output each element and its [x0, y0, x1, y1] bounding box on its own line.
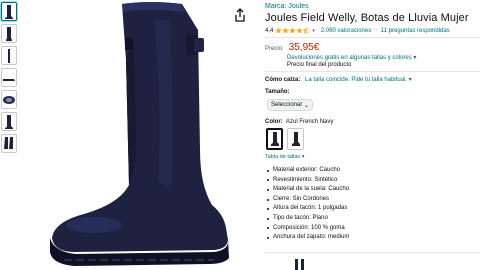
spec-item: Cierre: Sin Cordones [267, 195, 349, 205]
size-dropdown[interactable]: Seleccionar ⌄ [267, 99, 313, 111]
size-label: Tamaño: [265, 89, 290, 95]
rating-value: 4,4 [265, 27, 274, 34]
rating-stars[interactable] [275, 27, 311, 34]
thumbnail-strip [0, 0, 20, 270]
free-returns-link[interactable]: Devoluciones gratis en algunas tallas y … [287, 54, 416, 61]
bullet-icon [267, 179, 269, 182]
divider [265, 37, 480, 38]
fit-value-link[interactable]: La talla coincide. Pide tu talla habitua… [305, 77, 407, 83]
bullet-icon [267, 198, 269, 201]
spec-text: Cierre: Sin Cordones [273, 195, 330, 202]
thumbnail-6[interactable] [1, 112, 17, 131]
ratings-count-link[interactable]: 2.060 valoraciones [321, 28, 371, 34]
size-table-text[interactable]: Tabla de tallas [265, 154, 300, 160]
bullet-icon [267, 188, 269, 191]
main-product-image[interactable] [24, 0, 254, 270]
spec-item: Anchura del zapato: medium [267, 233, 349, 243]
spec-text: Material exterior: Caucho [273, 167, 341, 173]
chevron-down-icon: ⌄ [303, 103, 309, 109]
spec-text: Composición: 100 % goma [273, 224, 345, 231]
final-price-note: Precio final del producto [287, 62, 352, 68]
spec-item: Material de la suela: Caucho [267, 185, 349, 195]
separator: | [375, 27, 377, 34]
spec-text: Altura del tacón: 1 pulgadas [273, 205, 348, 212]
spec-text: Tipo de tacón: Plano [273, 214, 328, 221]
bullet-icon [267, 169, 269, 172]
chevron-down-icon[interactable]: ▾ [409, 77, 412, 83]
price-row: Precio: 35,95€ [265, 42, 319, 53]
color-value: Azul French Navy [286, 119, 334, 125]
spec-item: Revestimiento: Sintético [267, 176, 349, 186]
bullet-icon [267, 227, 269, 230]
chevron-down-icon[interactable]: ▾ [413, 55, 416, 61]
size-table-link[interactable]: Tabla de tallas ▾ [265, 154, 304, 160]
star-icon [296, 27, 304, 34]
thumbnail-1[interactable] [1, 2, 17, 21]
chevron-down-icon[interactable]: ▾ [312, 28, 315, 34]
spec-text: Anchura del zapato: medium [273, 234, 350, 241]
product-title: Joules Field Welly, Botas de Lluvia Muje… [265, 12, 469, 24]
star-icon [275, 27, 283, 34]
star-half-icon [303, 27, 311, 34]
color-swatch-navy[interactable] [266, 128, 283, 150]
star-icon [282, 27, 290, 34]
thumbnail-3[interactable] [1, 46, 17, 65]
price-value: 35,95€ [288, 42, 320, 53]
product-details: Marca: Joules Joules Field Welly, Botas … [265, 0, 480, 270]
chevron-down-icon[interactable]: ▾ [302, 154, 305, 160]
thumbnail-7[interactable] [1, 134, 17, 153]
brand-link[interactable]: Marca: Joules [265, 3, 309, 10]
recommendation-strip [265, 252, 480, 270]
bullet-icon [267, 217, 269, 220]
star-icon [289, 27, 297, 34]
price-label: Precio: [265, 46, 284, 52]
thumbnail-4[interactable] [1, 68, 17, 87]
share-icon[interactable] [234, 8, 246, 22]
specs-list: Material exterior: Caucho Revestimiento:… [267, 166, 349, 243]
color-swatch-black[interactable] [287, 128, 304, 150]
bullet-icon [267, 208, 269, 211]
color-row: Color: Azul French Navy [265, 119, 333, 125]
boot-thumbnail-icon [295, 259, 304, 270]
spec-item: Altura del tacón: 1 pulgadas [267, 204, 349, 214]
spec-item: Composición: 100 % goma [267, 224, 349, 234]
fit-label: Cómo calza: [265, 77, 301, 83]
color-label: Color: [265, 119, 283, 125]
spec-text: Revestimiento: Sintético [273, 176, 338, 183]
bullet-icon [267, 236, 269, 239]
spec-item: Material exterior: Caucho [267, 166, 349, 176]
thumbnail-5[interactable] [1, 90, 17, 109]
fit-row: Cómo calza: La talla coincide. Pide tu t… [265, 76, 412, 83]
rating-row: 4,4 ▾ 2.060 valoraciones | 11 preguntas … [265, 27, 450, 34]
divider [265, 71, 480, 72]
thumbnail-2[interactable] [1, 24, 17, 43]
free-returns-text[interactable]: Devoluciones gratis en algunas tallas y … [287, 55, 412, 61]
spec-text: Material de la suela: Caucho [273, 186, 350, 193]
questions-link[interactable]: 11 preguntas respondidas [381, 28, 450, 34]
spec-item: Tipo de tacón: Plano [267, 214, 349, 224]
size-dropdown-value: Seleccionar [271, 102, 303, 108]
